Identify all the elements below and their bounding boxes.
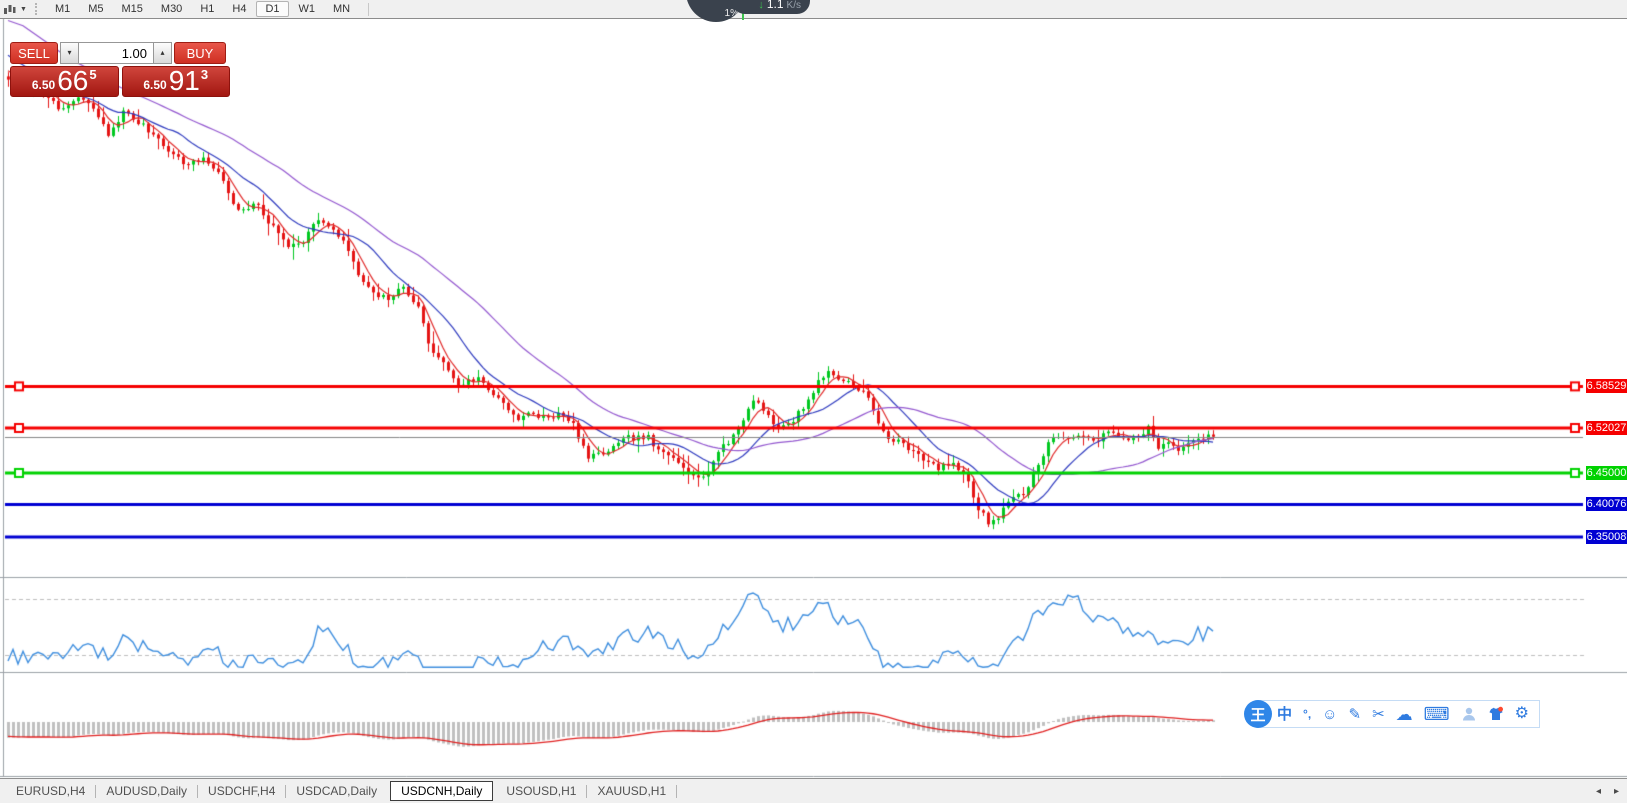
ime-toolbar: 王 中 °, ☺ ✎ ✂ ☁ ⌨ ⚙ (1244, 699, 1540, 729)
handwriting-icon[interactable]: ✎ (1348, 707, 1361, 722)
tab-usousd-h1[interactable]: USOUSD,H1 (496, 781, 586, 801)
settings-icon[interactable]: ⚙ (1515, 706, 1529, 722)
one-click-trading-panel: SELL ▾ ▴ BUY 6.50 66 5 6.50 91 3 (10, 42, 230, 97)
tab-scroll-right-arrow[interactable]: ▸ (1614, 787, 1619, 797)
chart-icon[interactable] (3, 3, 16, 15)
buy-price-big: 91 (169, 68, 200, 94)
toolbar-separator (368, 3, 369, 16)
tf-button-h4[interactable]: H4 (223, 1, 255, 18)
sell-price-prefix: 6.50 (32, 78, 55, 92)
tf-button-m15[interactable]: M15 (113, 1, 152, 18)
net-speed-value: 1.1 (767, 0, 784, 11)
sell-price-button[interactable]: 6.50 66 5 (10, 66, 119, 97)
chart-dropdown-arrow[interactable]: ▼ (20, 6, 27, 13)
price-label: 6.58529 (1586, 379, 1627, 393)
ime-bar: 中 °, ☺ ✎ ✂ ☁ ⌨ ⚙ (1256, 700, 1540, 728)
mt4-window: ▼ M1 M5 M15 M30 H1 H4 D1 W1 MN SELL ▾ ▴ … (0, 0, 1627, 803)
chart-tab-bar: EURUSD,H4 AUDUSD,Daily USDCHF,H4 USDCAD,… (0, 778, 1627, 803)
toolbar-grip (35, 3, 39, 15)
tab-separator (676, 785, 677, 798)
tab-audusd-daily[interactable]: AUDUSD,Daily (96, 781, 197, 801)
buy-price-prefix: 6.50 (143, 78, 166, 92)
emoji-icon[interactable]: ☺ (1322, 707, 1337, 722)
buy-price-pip: 3 (201, 67, 208, 82)
net-speed-pill: ↓ 1.1 K/s (732, 0, 810, 14)
cloud-icon[interactable]: ☁ (1396, 706, 1413, 723)
sell-button[interactable]: SELL (10, 42, 58, 64)
tf-button-m30[interactable]: M30 (152, 1, 191, 18)
tab-usdchf-h4[interactable]: USDCHF,H4 (198, 781, 285, 801)
tf-button-d1[interactable]: D1 (256, 1, 288, 17)
price-label: 6.35008 (1586, 530, 1627, 544)
volume-up-button[interactable]: ▴ (153, 42, 172, 64)
tf-button-h1[interactable]: H1 (191, 1, 223, 18)
tab-usdcnh-daily[interactable]: USDCNH,Daily (390, 781, 493, 801)
user-icon[interactable] (1461, 706, 1477, 722)
net-speed-unit: K/s (787, 0, 801, 11)
volume-down-button[interactable]: ▾ (60, 42, 79, 64)
buy-button[interactable]: BUY (174, 42, 226, 64)
chart-canvas[interactable] (0, 0, 1627, 803)
chinese-mode-icon[interactable]: 中 (1277, 707, 1292, 722)
buy-price-button[interactable]: 6.50 91 3 (122, 66, 231, 97)
volume-input[interactable] (79, 42, 153, 64)
tf-button-mn[interactable]: MN (324, 1, 359, 18)
price-label: 6.40076 (1586, 497, 1627, 511)
tab-eurusd-h4[interactable]: EURUSD,H4 (6, 781, 95, 801)
net-speed-widget[interactable]: 1% ↓ 1.1 K/s (686, 0, 816, 24)
tf-button-w1[interactable]: W1 (290, 1, 325, 18)
tf-button-m5[interactable]: M5 (79, 1, 112, 18)
download-arrow-icon: ↓ (758, 0, 764, 11)
tf-button-m1[interactable]: M1 (46, 1, 79, 18)
scissors-icon[interactable]: ✂ (1372, 707, 1385, 722)
ime-logo[interactable]: 王 (1244, 700, 1272, 728)
price-label: 6.45000 (1586, 466, 1627, 480)
sell-price-big: 66 (57, 68, 88, 94)
tab-xauusd-h1[interactable]: XAUUSD,H1 (587, 781, 676, 801)
tab-scroll-left-arrow[interactable]: ◂ (1596, 787, 1601, 797)
punctuation-icon[interactable]: °, (1303, 708, 1311, 720)
skin-icon[interactable] (1488, 706, 1504, 722)
tab-usdcad-daily[interactable]: USDCAD,Daily (286, 781, 387, 801)
keyboard-icon[interactable]: ⌨ (1424, 705, 1450, 723)
price-label: 6.52027 (1586, 421, 1627, 435)
sell-price-pip: 5 (89, 67, 96, 82)
